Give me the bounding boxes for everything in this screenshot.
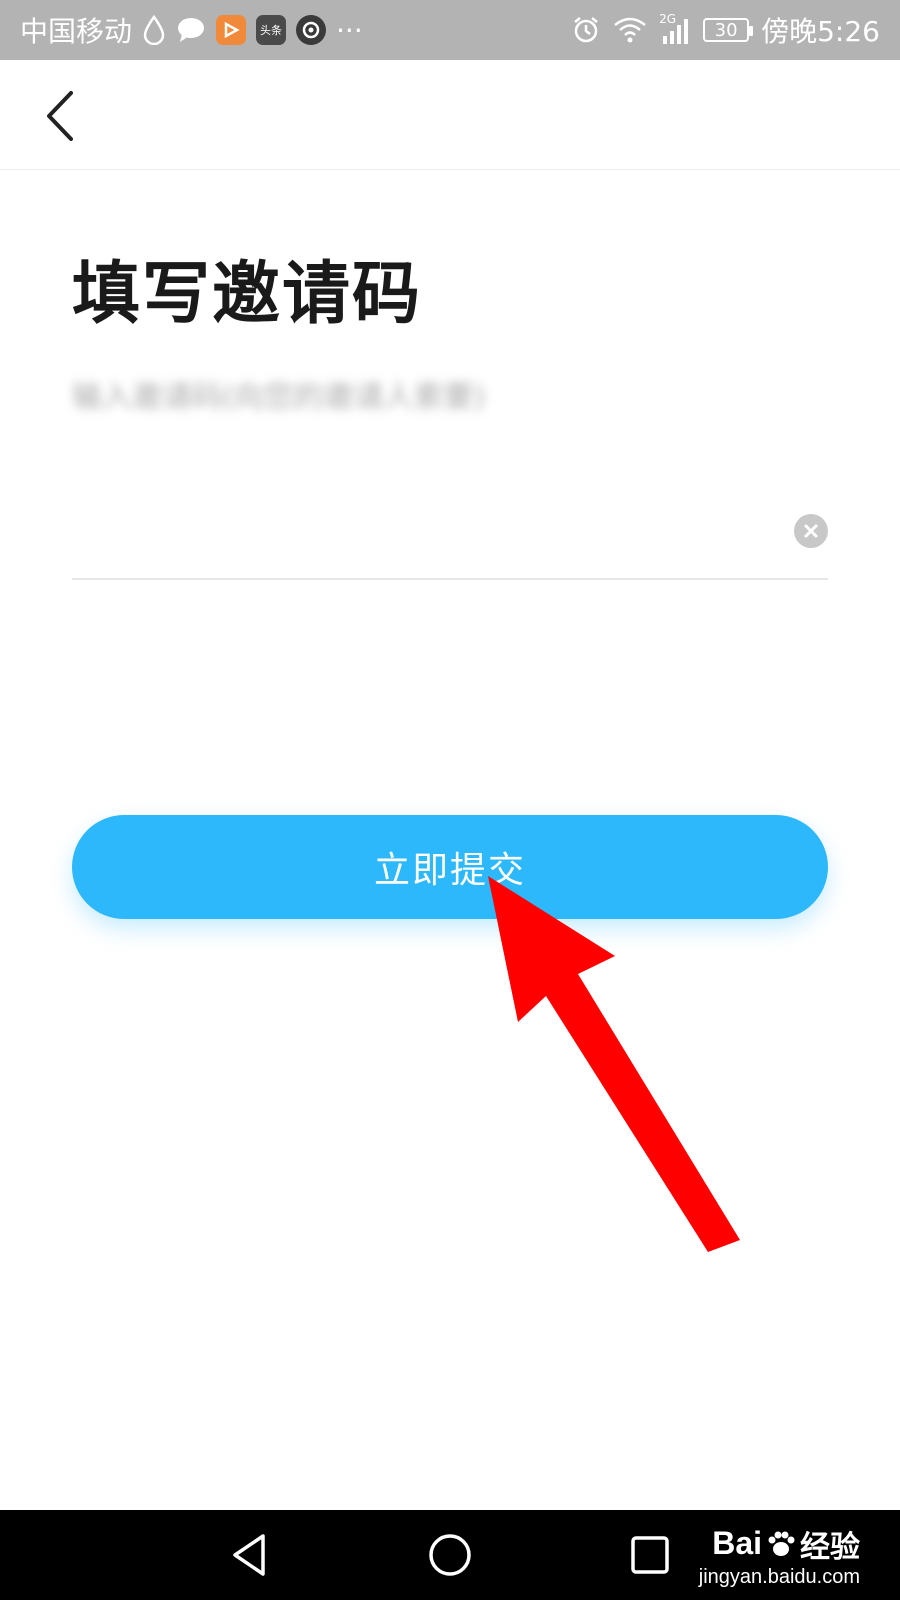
more-notifications: ···: [336, 13, 363, 47]
nav-header: [0, 60, 900, 170]
toutiao-badge-label: 头条: [260, 24, 283, 37]
signal-icon: 2G: [659, 12, 691, 44]
droplet-icon: [142, 15, 166, 45]
clock-time: 傍晚5:26: [761, 15, 880, 48]
chat-bubble-icon: [176, 16, 206, 44]
watermark-logo: Bai 经验: [712, 1522, 860, 1566]
page-title: 填写邀请码: [72, 255, 423, 334]
watermark-brand: Bai: [712, 1525, 762, 1561]
camera-app-icon: [296, 15, 327, 45]
baidu-watermark: Bai 经验 jingyan.baidu.com: [699, 1510, 860, 1600]
toutiao-app-icon: 头条: [256, 15, 287, 45]
back-triangle-icon[interactable]: [225, 1530, 275, 1580]
status-left: 中国移动 头条 ···: [20, 10, 363, 50]
invite-code-input[interactable]: [72, 490, 752, 570]
alarm-icon: [571, 15, 601, 45]
battery-level: 30: [714, 19, 738, 41]
carrier-name: 中国移动: [20, 15, 133, 48]
close-circle-icon: [804, 524, 818, 538]
recent-square-icon[interactable]: [625, 1530, 675, 1580]
status-right: 2G 30 傍晚5:26: [571, 10, 880, 50]
battery-icon: 30: [703, 18, 754, 42]
invite-code-field: [72, 490, 828, 580]
network-type: 2G: [659, 12, 677, 26]
wifi-icon: [613, 16, 647, 44]
back-button[interactable]: [30, 84, 90, 148]
watermark-url: jingyan.baidu.com: [698, 1565, 860, 1588]
status-bar: 中国移动 头条 ··· 2G 30 傍晚5:26: [0, 0, 900, 60]
home-circle-icon[interactable]: [425, 1530, 475, 1580]
annotation-arrow-shape: [488, 876, 740, 1252]
clear-button[interactable]: [794, 514, 828, 548]
watermark-brand-suffix: 经验: [800, 1529, 860, 1565]
chevron-left-icon: [47, 91, 73, 141]
paw-icon: [768, 1531, 795, 1556]
submit-button[interactable]: 立即提交: [72, 815, 828, 919]
invite-hint-text: 输入邀请码(向您的邀请人索要): [72, 380, 486, 415]
video-app-icon: [216, 15, 247, 45]
